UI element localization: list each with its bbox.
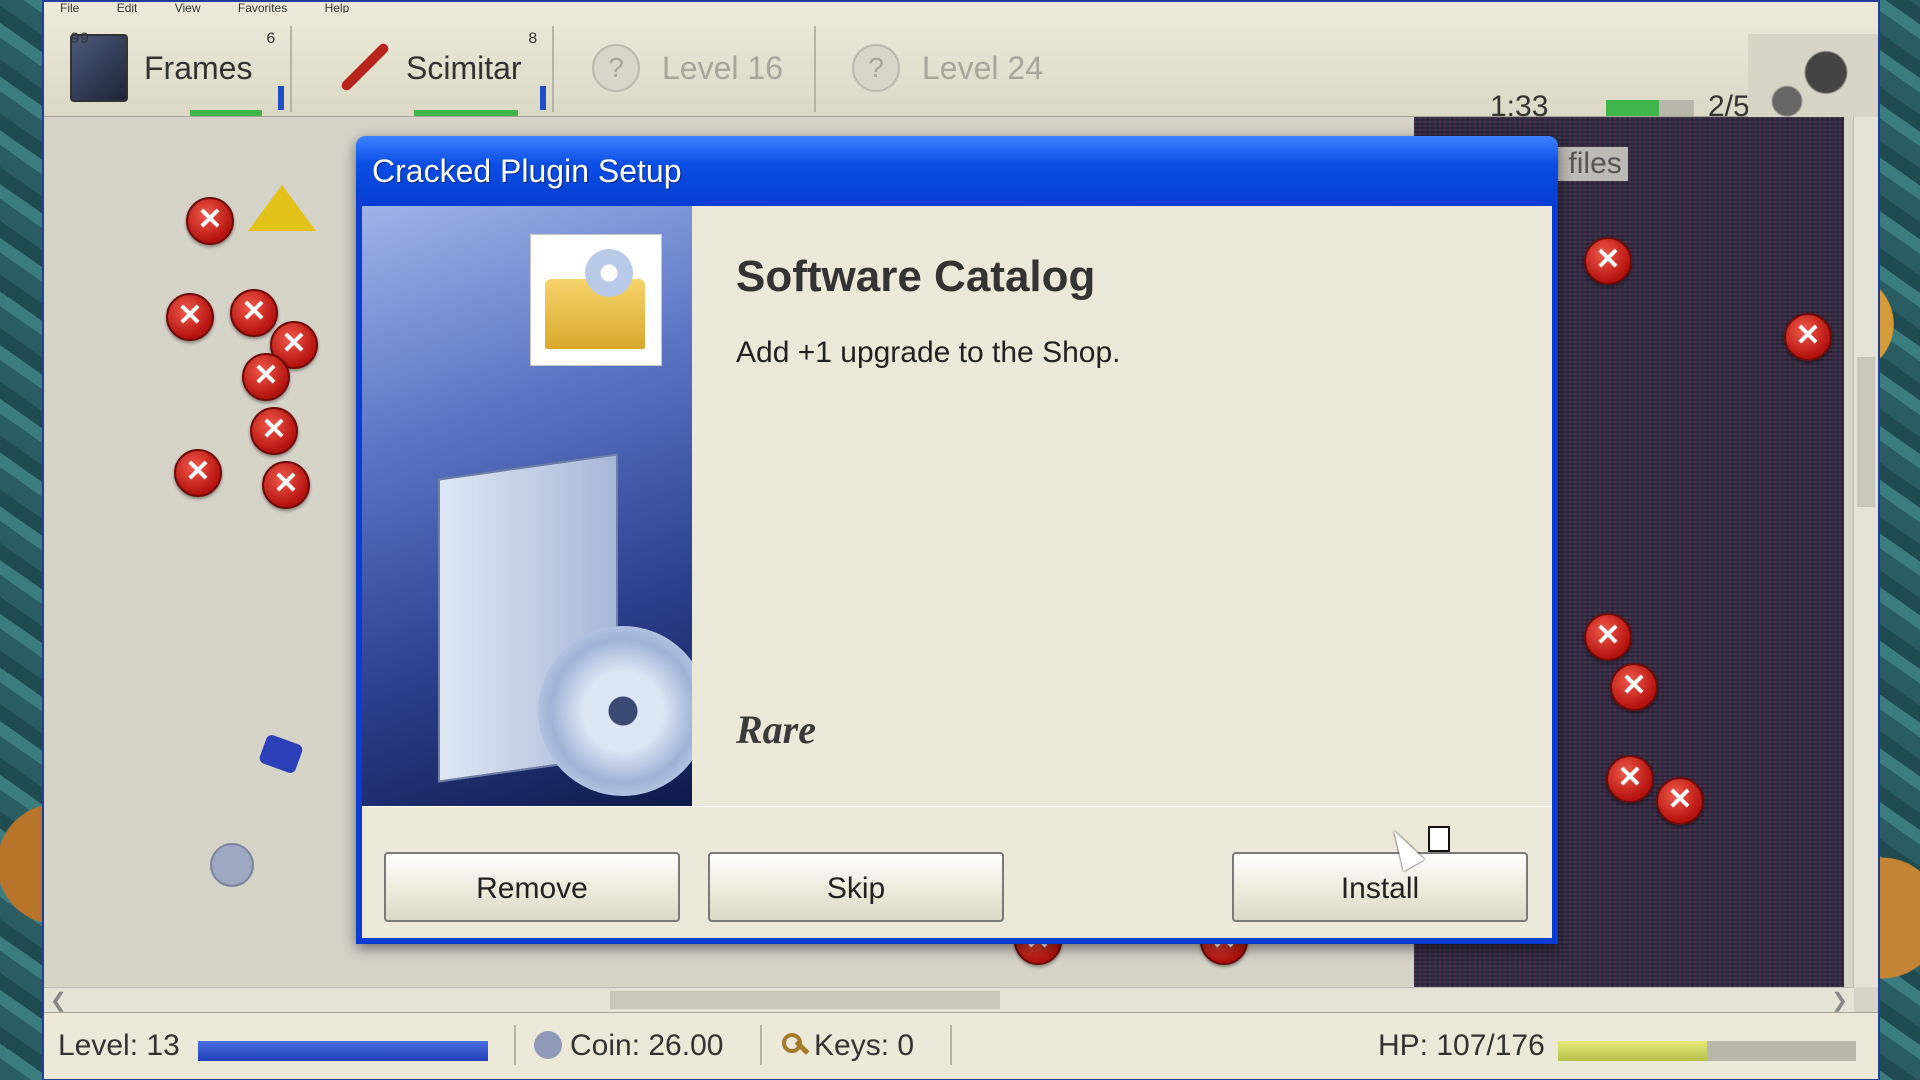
frames-charge-bar [190,110,262,116]
toolbar-item-label: Frames [144,49,253,86]
enemy-x: ✕ [166,293,214,341]
hp-bar-fill [1558,1041,1707,1061]
toolbar-item-level16-locked: ? Level 16 [592,24,783,112]
menu-bar: File Edit View Favorites Help [44,2,1878,16]
warning-icon [248,185,316,231]
item-level-badge: 8 [528,30,538,48]
status-divider [760,1025,762,1065]
enemy-x: ✕ [250,407,298,455]
hp-counter: HP: 107/176 [1378,1029,1545,1062]
toolbar-item-label: Level 16 [662,49,783,86]
enemy-x: ✕ [1584,613,1632,661]
toolbar-item-label: Scimitar [406,49,522,86]
enemy-x: ✕ [186,197,234,245]
coin-icon [534,1031,562,1059]
dialog-title[interactable]: Cracked Plugin Setup [356,136,1558,206]
scimitar-ammo-bar [540,86,546,110]
frames-ammo-bar [278,86,284,110]
minimap-art [1748,34,1878,130]
key-icon [780,1031,808,1059]
player-level: Level: 13 [58,1029,180,1062]
xp-shard [258,733,304,775]
timer-progress-fill [1606,100,1659,116]
timer-progress-bar [1606,100,1694,116]
enemy-x: ✕ [1584,237,1632,285]
enemy-x: ✕ [1606,755,1654,803]
keys-counter: Keys: 0 [780,1029,914,1063]
toolbar-item-scimitar[interactable]: Scimitar [326,24,522,112]
coin-counter-label: Coin: 26.00 [570,1029,724,1062]
cursor-document-icon [1428,826,1450,852]
enemy-x: ✕ [262,461,310,509]
coin-counter: Coin: 26.00 [534,1029,723,1063]
toolbar-divider [814,26,816,112]
keys-counter-label: Keys: 0 [814,1029,915,1062]
remove-button[interactable]: Remove [384,852,680,922]
coin-pickup [210,843,254,887]
item-level-badge: 6 [266,30,276,48]
vertical-scrollbar[interactable] [1853,117,1878,987]
upgrade-rarity: Rare [736,707,816,752]
enemy-x: ✕ [1610,663,1658,711]
scroll-left-icon[interactable]: ❮ [50,988,67,1013]
status-divider [514,1025,516,1065]
menu-favorites[interactable]: Favorites [238,3,287,13]
menu-file[interactable]: File [60,3,79,13]
scroll-right-icon[interactable]: ❯ [1831,988,1848,1013]
plugin-setup-dialog: Cracked Plugin Setup Software Catalog Ad… [356,136,1558,944]
cd-disc-icon [538,626,692,796]
question-icon: ? [852,44,900,92]
weapon-toolbar: Frames 99 6 Scimitar 8 ? Level 16 ? Leve… [44,16,1878,130]
toolbar-item-frames[interactable]: Frames [70,24,252,112]
scimitar-icon [326,36,390,100]
toolbar-divider [552,26,554,112]
question-icon: ? [592,44,640,92]
dialog-divider [362,806,1552,807]
upgrade-description: Add +1 upgrade to the Shop. [736,336,1121,369]
install-button[interactable]: Install [1232,852,1528,922]
upgrade-name: Software Catalog [736,252,1096,301]
horizontal-scroll-thumb[interactable] [610,991,1000,1009]
folder-icon [530,234,662,366]
enemy-x: ✕ [1656,777,1704,825]
toolbar-divider [290,26,292,112]
menu-edit[interactable]: Edit [117,3,138,13]
skip-button[interactable]: Skip [708,852,1004,922]
item-count-badge: 99 [70,30,90,48]
xp-progress-fill [198,1041,488,1061]
dialog-body: Software Catalog Add +1 upgrade to the S… [362,206,1552,938]
toolbar-item-label: Level 24 [922,49,1043,86]
hp-bar [1558,1041,1856,1061]
enemy-x: ✕ [1784,313,1832,361]
menu-help[interactable]: Help [325,3,350,13]
status-divider [950,1025,952,1065]
vertical-scroll-thumb[interactable] [1857,357,1875,507]
installer-artwork [362,206,692,806]
horizontal-scrollbar[interactable]: ❮ ❯ [44,987,1854,1012]
enemy-x: ✕ [174,449,222,497]
enemy-x: ✕ [242,353,290,401]
xp-progress-bar [198,1041,488,1061]
scimitar-charge-bar [414,110,518,116]
enemy-x: ✕ [230,289,278,337]
toolbar-item-level24-locked: ? Level 24 [852,24,1043,112]
status-bar: Level: 13 Coin: 26.00 Keys: 0 HP: 107/17… [44,1012,1878,1079]
menu-view[interactable]: View [175,3,201,13]
